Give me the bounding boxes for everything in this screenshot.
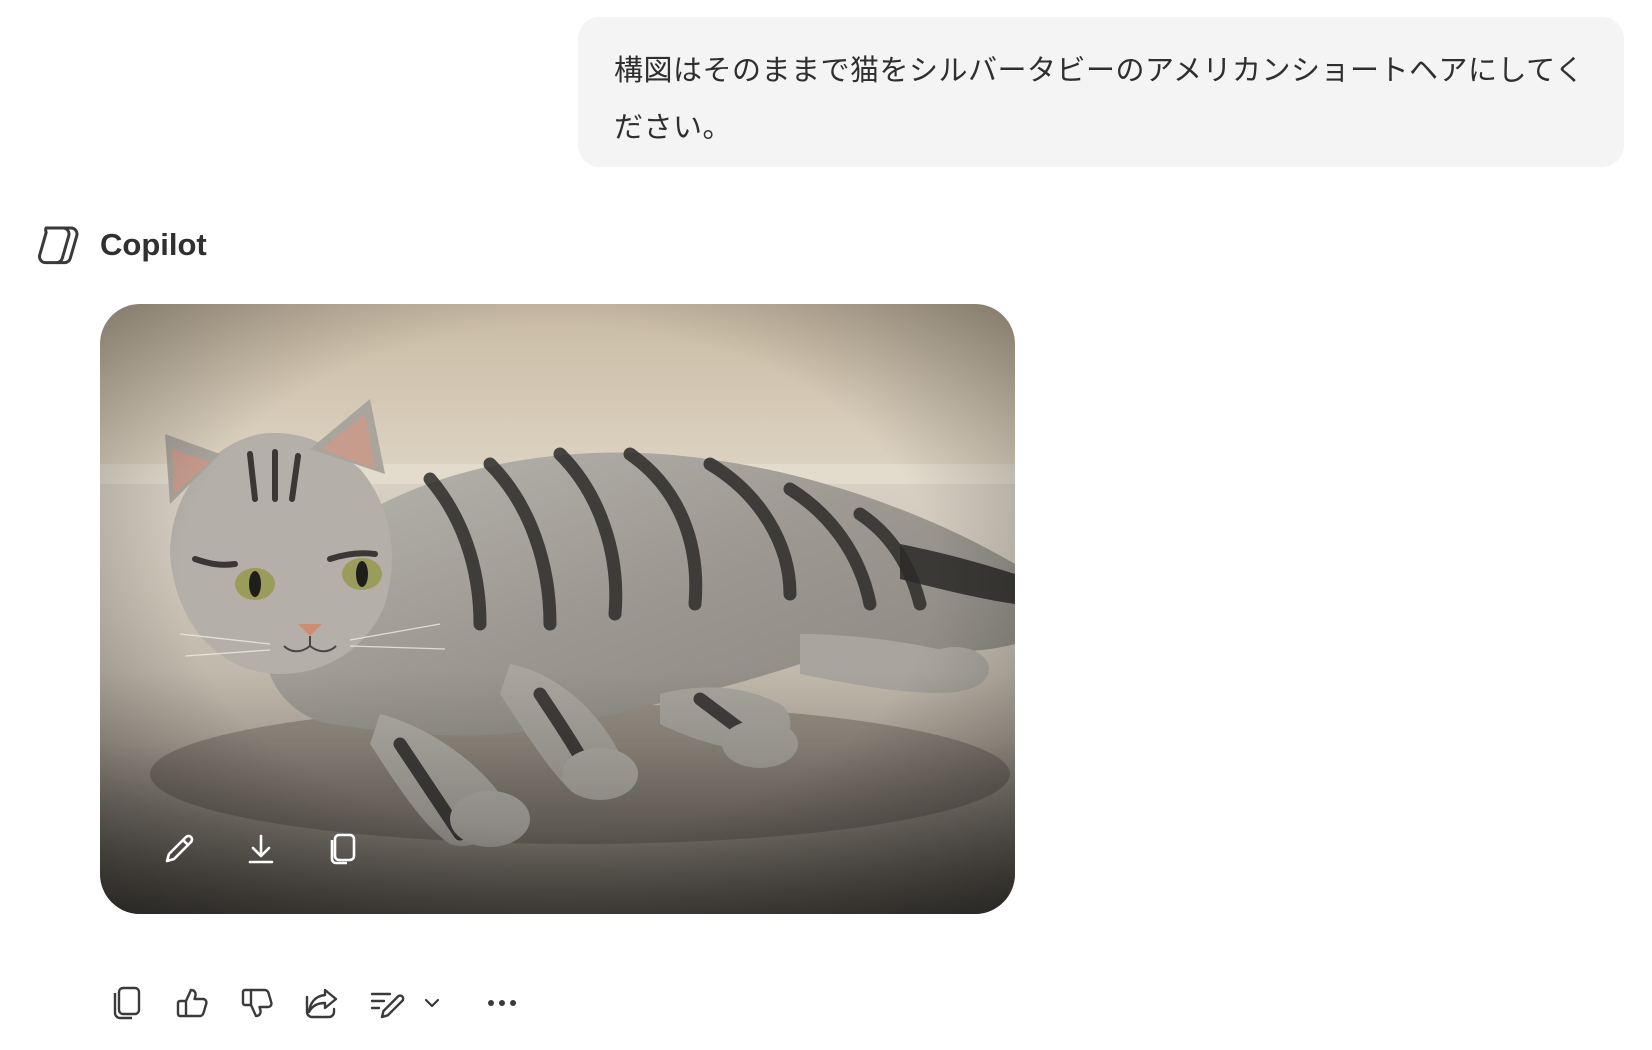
generated-cat-image[interactable] [100,304,1015,914]
chevron-down-icon[interactable] [419,980,445,1026]
message-actions [104,980,544,1026]
image-toolbar [158,828,364,870]
copy-icon[interactable] [322,828,364,870]
share-icon[interactable] [299,980,345,1026]
thumbs-down-icon[interactable] [234,980,280,1026]
copy-icon[interactable] [104,980,150,1026]
generated-image-card[interactable] [100,304,1015,914]
edit-pen-icon[interactable] [364,980,410,1026]
user-message-text: 構図はそのままで猫をシルバータビーのアメリカンショートヘアにしてください。 [614,53,1585,144]
more-options-icon[interactable] [479,980,525,1026]
user-message-bubble: 構図はそのままで猫をシルバータビーのアメリカンショートヘアにしてください。 [578,17,1624,167]
copilot-logo-icon [37,226,79,265]
pencil-edit-icon[interactable] [158,828,200,870]
assistant-name: Copilot [100,227,207,262]
assistant-header: Copilot [36,220,207,270]
thumbs-up-icon[interactable] [169,980,215,1026]
download-icon[interactable] [240,828,282,870]
